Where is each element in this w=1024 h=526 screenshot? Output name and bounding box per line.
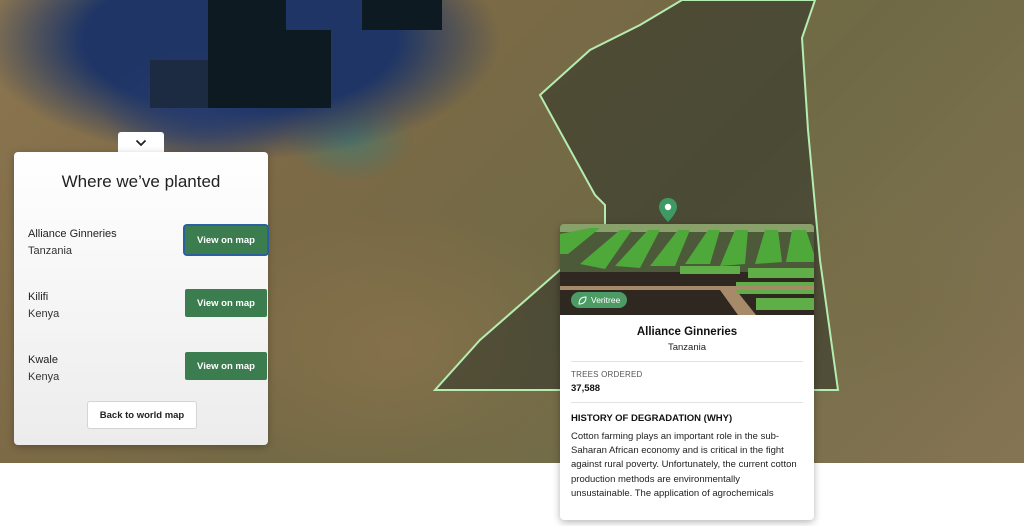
view-on-map-button[interactable]: View on map [185,226,267,254]
leaf-icon [578,295,587,305]
veritree-badge-label: Veritree [591,295,621,305]
site-country: Kenya [28,371,60,383]
map-pin-icon[interactable] [658,198,678,222]
site-info-card: Veritree Alliance Ginneries Tanzania TRE… [560,224,814,520]
veritree-badge: Veritree [571,292,628,308]
planted-sites-panel: Where we’ve planted Alliance Ginneries T… [14,152,268,445]
site-item: Kwale Kenya View on map [28,352,267,384]
site-country: Kenya [28,308,60,320]
card-site-name: Alliance Ginneries [636,326,738,338]
history-heading: HISTORY OF DEGRADATION (WHY) [571,413,733,424]
view-on-map-button[interactable]: View on map [185,289,267,317]
site-country: Tanzania [28,245,73,257]
site-name: Kilifi [28,291,49,303]
panel-title: Where we’ve planted [61,172,221,191]
history-text: Cotton farming plays an important role i… [571,431,797,499]
trees-ordered-label: TREES ORDERED [571,370,643,379]
site-item: Alliance Ginneries Tanzania View on map [28,226,267,258]
chevron-down-icon [135,139,147,147]
card-site-country: Tanzania [667,342,707,353]
view-on-map-button[interactable]: View on map [185,352,267,380]
site-name: Alliance Ginneries [28,228,117,240]
card-divider [571,361,803,362]
back-to-world-map-button[interactable]: Back to world map [87,401,197,429]
card-divider [571,402,803,403]
trees-ordered-value: 37,588 [571,383,601,394]
panel-toggle-button[interactable] [118,132,164,154]
site-item: Kilifi Kenya View on map [28,289,267,321]
nursery-photo: Veritree [560,224,814,315]
site-name: Kwale [28,354,58,366]
